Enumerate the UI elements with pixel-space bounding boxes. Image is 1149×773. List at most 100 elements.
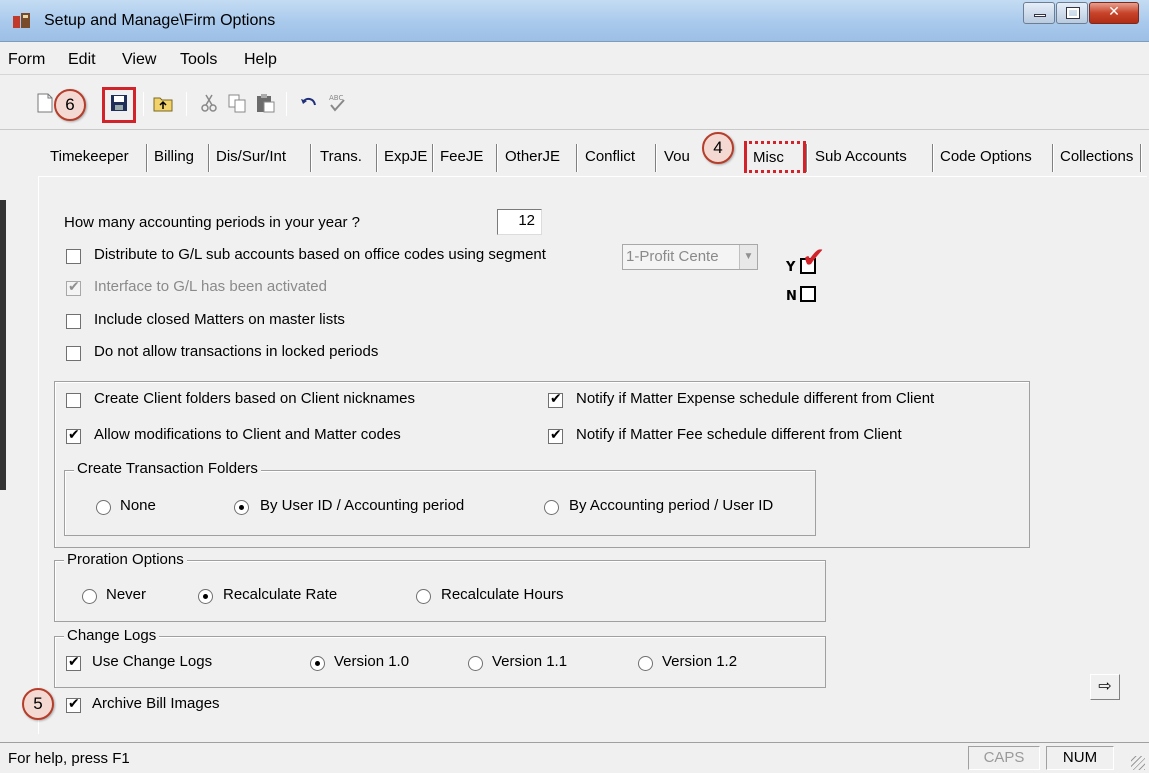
change-logs-title: Change Logs [64, 627, 160, 644]
notify-fee-checkbox[interactable] [548, 427, 563, 444]
proration-hours-label: Recalculate Hours [441, 586, 564, 603]
version-1-1-label: Version 1.1 [492, 653, 568, 670]
version-1-2-radio[interactable] [638, 656, 653, 671]
num-indicator: NUM [1046, 746, 1114, 770]
resize-grip-icon[interactable] [1131, 756, 1145, 770]
minimize-icon [1034, 14, 1046, 17]
segment-dropdown[interactable]: 1-Profit Cente ▼ [622, 244, 758, 270]
copy-icon[interactable] [226, 92, 248, 114]
close-icon: ✕ [1108, 4, 1120, 20]
archive-bill-images-checkbox[interactable] [66, 696, 81, 713]
periods-label: How many accounting periods in your year… [64, 214, 360, 231]
menu-tools[interactable]: Tools [180, 51, 217, 69]
tab-separator [932, 144, 934, 172]
interface-gl-label: Interface to G/L has been activated [94, 278, 327, 295]
red-checkmark-icon: ✔ [802, 241, 826, 274]
tab-separator [1140, 144, 1142, 172]
folder-up-icon[interactable] [152, 92, 174, 114]
use-change-logs-label: Use Change Logs [92, 653, 213, 670]
toolbar-separator [286, 92, 287, 116]
tab-dis-sur-int[interactable]: Dis/Sur/Int [216, 148, 286, 165]
tab-expje[interactable]: ExpJE [384, 148, 427, 165]
proration-rate-radio[interactable] [198, 589, 213, 604]
allow-modifications-label: Allow modifications to Client and Matter… [94, 426, 401, 443]
tab-vouchers[interactable]: Vou [664, 148, 690, 165]
tab-separator [1052, 144, 1054, 172]
legend-yes-label: Y [786, 260, 796, 275]
app-icon [13, 13, 30, 28]
proration-hours-radio[interactable] [416, 589, 431, 604]
legend-no-label: N [786, 289, 797, 304]
caps-indicator: CAPS [968, 746, 1040, 770]
tab-separator [806, 144, 808, 172]
periods-input[interactable]: 12 [497, 209, 542, 235]
firm-options-window: Setup and Manage\Firm Options ✕ Form Edi… [0, 0, 1149, 773]
proration-never-label: Never [106, 586, 147, 603]
tab-separator [655, 144, 657, 172]
locked-periods-checkbox[interactable] [66, 346, 81, 361]
menu-view[interactable]: View [122, 51, 156, 69]
next-page-button[interactable]: ⇨ [1090, 674, 1120, 700]
tf-none-radio[interactable] [96, 500, 111, 515]
version-1-0-radio[interactable] [310, 656, 325, 671]
arrow-right-icon: ⇨ [1098, 676, 1112, 695]
proration-options-group [54, 560, 826, 622]
menu-help[interactable]: Help [244, 51, 277, 69]
tf-none-label: None [120, 497, 156, 514]
maximize-button[interactable] [1056, 2, 1088, 24]
tab-billing[interactable]: Billing [154, 148, 194, 165]
svg-text:ABC: ABC [329, 94, 343, 102]
include-closed-checkbox[interactable] [66, 314, 81, 329]
menu-form[interactable]: Form [8, 51, 45, 69]
proration-never-radio[interactable] [82, 589, 97, 604]
tf-period-userid-label: By Accounting period / User ID [569, 497, 774, 514]
transaction-folders-title: Create Transaction Folders [74, 460, 261, 477]
version-1-1-radio[interactable] [468, 656, 483, 671]
client-folders-checkbox[interactable] [66, 393, 81, 408]
proration-rate-label: Recalculate Rate [223, 586, 338, 603]
close-button[interactable]: ✕ [1089, 2, 1139, 24]
cut-icon[interactable] [198, 92, 220, 114]
legend-no-box [800, 286, 816, 302]
allow-modifications-checkbox[interactable] [66, 427, 81, 444]
toolbar-separator [143, 92, 144, 116]
tab-collections[interactable]: Collections [1060, 148, 1133, 165]
tf-period-userid-radio[interactable] [544, 500, 559, 515]
callout-badge: 4 [702, 132, 734, 164]
tab-separator [146, 144, 148, 172]
paste-icon[interactable] [254, 92, 276, 114]
title-bar[interactable]: Setup and Manage\Firm Options ✕ [0, 0, 1149, 42]
undo-icon[interactable] [298, 92, 320, 114]
use-change-logs-checkbox[interactable] [66, 654, 81, 671]
minimize-button[interactable] [1023, 2, 1055, 24]
tab-timekeeper[interactable]: Timekeeper [50, 148, 129, 165]
notify-expense-label: Notify if Matter Expense schedule differ… [576, 390, 935, 407]
tab-feeje[interactable]: FeeJE [440, 148, 483, 165]
segment-value: 1-Profit Cente [626, 248, 719, 265]
version-1-0-label: Version 1.0 [334, 653, 410, 670]
status-bar: For help, press F1 CAPS NUM [0, 742, 1149, 773]
distribute-checkbox[interactable] [66, 249, 81, 264]
new-document-icon[interactable] [34, 92, 56, 114]
chevron-down-icon: ▼ [739, 245, 757, 269]
tab-sub-accounts[interactable]: Sub Accounts [815, 148, 907, 165]
toolbar-separator [186, 92, 187, 116]
maximize-icon [1066, 7, 1080, 19]
status-help-text: For help, press F1 [8, 750, 130, 767]
tab-separator [376, 144, 378, 172]
tab-code-options[interactable]: Code Options [940, 148, 1032, 165]
tab-strip: Timekeeper Billing Dis/Sur/Int Trans. Ex… [0, 140, 1149, 176]
spellcheck-icon[interactable]: ABC [326, 92, 348, 114]
tf-userid-period-radio[interactable] [234, 500, 249, 515]
notify-fee-label: Notify if Matter Fee schedule different … [576, 426, 902, 443]
version-1-2-label: Version 1.2 [662, 653, 738, 670]
notify-expense-checkbox[interactable] [548, 391, 563, 408]
callout-badge: 6 [54, 89, 86, 121]
tf-userid-period-label: By User ID / Accounting period [260, 497, 465, 514]
client-folders-label: Create Client folders based on Client ni… [94, 390, 415, 407]
tab-separator [496, 144, 498, 172]
tab-trans[interactable]: Trans. [320, 148, 362, 165]
tab-otherje[interactable]: OtherJE [505, 148, 560, 165]
tab-conflict[interactable]: Conflict [585, 148, 635, 165]
menu-edit[interactable]: Edit [68, 51, 96, 69]
